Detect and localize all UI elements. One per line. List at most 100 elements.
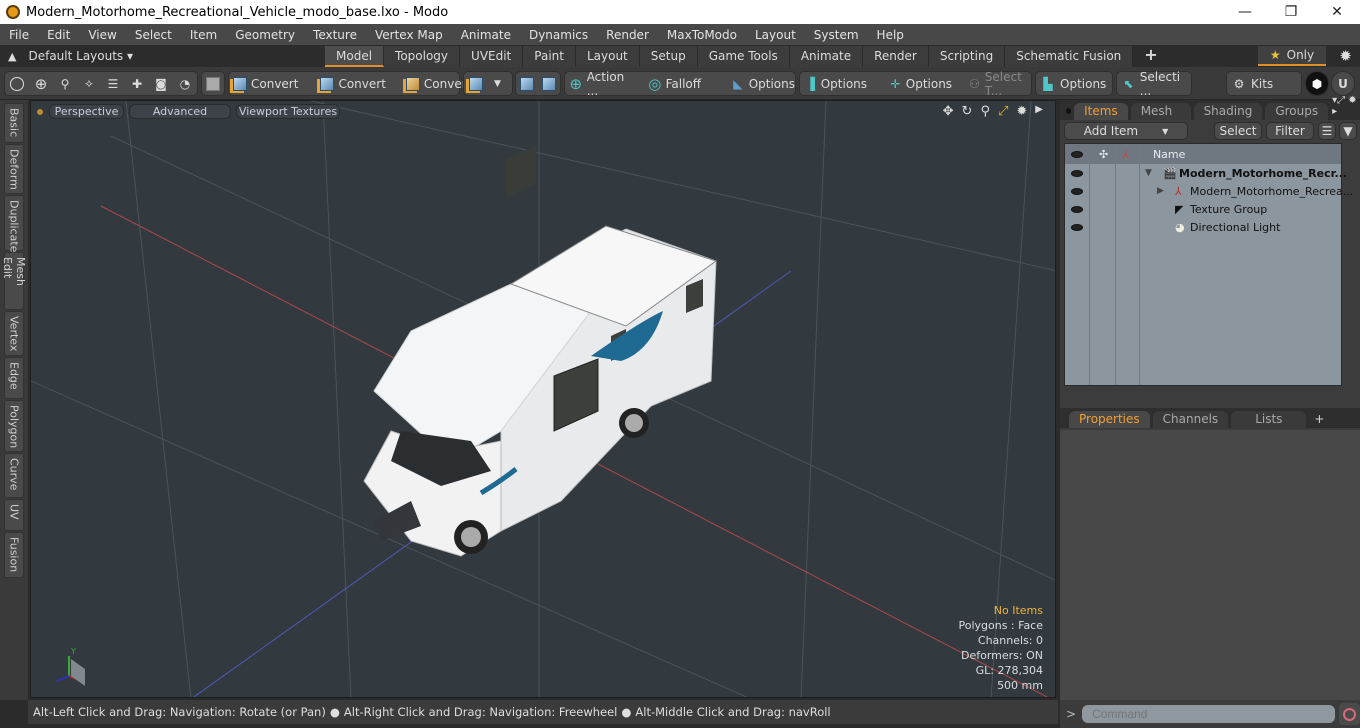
zoom-view-icon[interactable]: ⚲ [980, 104, 990, 119]
tab-topology[interactable]: Topology [384, 46, 461, 67]
rotate-view-icon[interactable]: ↻ [962, 104, 973, 119]
tab-items[interactable]: Items [1074, 103, 1128, 120]
selection-sets-button[interactable]: ⬉ Selecti ... [1116, 70, 1192, 98]
menu-vertex-map[interactable]: Vertex Map [366, 28, 452, 42]
tab-shading[interactable]: Shading [1193, 103, 1263, 120]
menu-layout[interactable]: Layout [746, 28, 805, 42]
vertex-mode-icon[interactable] [9, 76, 25, 92]
tab-deform[interactable]: Deform [4, 144, 24, 194]
menu-texture[interactable]: Texture [304, 28, 366, 42]
viewport-status-dot[interactable] [37, 109, 43, 115]
3d-viewport[interactable]: Y Perspective Advanced Viewport Textures… [30, 100, 1056, 698]
perspective-dropdown[interactable]: Perspective [49, 104, 124, 119]
menu-help[interactable]: Help [868, 28, 913, 42]
minimize-button[interactable]: — [1222, 0, 1268, 24]
maximize-view-icon[interactable]: ⤢ [998, 104, 1008, 119]
tab-layout[interactable]: Layout [575, 46, 640, 67]
tab-vertex[interactable]: Vertex [4, 311, 24, 356]
gear-icon[interactable]: ✹ [1339, 47, 1352, 65]
menu-geometry[interactable]: Geometry [226, 28, 304, 42]
visibility-eye-icon[interactable] [1071, 223, 1083, 231]
plus-shape-icon[interactable]: ✚ [129, 76, 145, 92]
collapse-up-icon[interactable]: ▲ [8, 50, 16, 63]
close-button[interactable]: ✕ [1314, 0, 1360, 24]
tab-render[interactable]: Render [863, 46, 929, 67]
select-button[interactable]: Select [1214, 122, 1262, 140]
options-grid-button[interactable]: ▙ Options [1035, 71, 1113, 96]
menu-maxtomodo[interactable]: MaxToModo [658, 28, 746, 42]
symmetry-icon[interactable] [542, 76, 556, 92]
list-options-icon[interactable]: ☰ [1318, 122, 1336, 140]
tab-paint[interactable]: Paint [523, 46, 576, 67]
tab-groups[interactable]: Groups [1265, 103, 1329, 120]
tab-game-tools[interactable]: Game Tools [697, 46, 790, 67]
tab-properties[interactable]: Properties [1069, 411, 1150, 428]
tab-edge[interactable]: Edge [4, 357, 24, 399]
default-layouts-dropdown[interactable]: Default Layouts ▾ [28, 49, 133, 63]
convert-dropdown[interactable]: ▼ [463, 71, 513, 96]
item-mode-button[interactable] [201, 71, 225, 96]
menu-select[interactable]: Select [126, 28, 181, 42]
only-toggle[interactable]: ★ Only [1258, 46, 1326, 66]
maximize-button[interactable]: ❐ [1268, 0, 1314, 24]
menu-file[interactable]: File [0, 28, 38, 42]
menu-edit[interactable]: Edit [38, 28, 79, 42]
tab-basic[interactable]: Basic [4, 103, 24, 143]
funnel-filter-icon[interactable]: ▼ [1339, 122, 1357, 140]
tab-uv[interactable]: UV [4, 499, 24, 531]
tab-curve[interactable]: Curve [4, 453, 24, 498]
tab-uvedit[interactable]: UVEdit [460, 46, 524, 67]
pen-icon[interactable]: ⚲ [57, 76, 73, 92]
item-row-light[interactable]: ◕ Directional Light [1065, 218, 1341, 236]
add-tab-button[interactable]: + [1133, 46, 1170, 67]
tab-fusion[interactable]: Fusion [4, 532, 24, 578]
material-mode-icon[interactable]: ◔ [177, 76, 193, 92]
item-row-mesh[interactable]: ▶ ⅄ Modern_Motorhome_Recrea... [1065, 182, 1353, 200]
menu-system[interactable]: System [805, 28, 868, 42]
add-item-button[interactable]: Add Item ▼ [1064, 122, 1188, 140]
tab-mesh-edit[interactable]: Mesh Edit [1, 252, 27, 310]
record-macro-button[interactable] [1338, 703, 1360, 725]
tab-duplicate[interactable]: Duplicate [4, 195, 24, 252]
convert-button-2[interactable]: Convert [338, 77, 385, 91]
item-row-scene[interactable]: ▼ 🎬 Modern_Motorhome_Recr... [1065, 164, 1347, 182]
globe-icon[interactable]: ⊕ [33, 75, 49, 93]
move-view-icon[interactable]: ✥ [943, 104, 954, 119]
tab-channels[interactable]: Channels [1152, 411, 1229, 428]
menu-item[interactable]: Item [181, 28, 226, 42]
add-tab-button[interactable]: + [1314, 412, 1324, 426]
menu-view[interactable]: View [79, 28, 125, 42]
tab-lists[interactable]: Lists [1231, 411, 1307, 428]
filter-button[interactable]: Filter [1266, 122, 1314, 140]
visibility-eye-icon[interactable] [1071, 169, 1083, 177]
options-button-2[interactable]: Options [821, 77, 867, 91]
visibility-eye-icon[interactable] [1071, 187, 1083, 195]
tab-scripting[interactable]: Scripting [928, 46, 1006, 67]
face-mode-icon[interactable]: ◙ [153, 76, 169, 92]
curve-tool-icon[interactable]: ⟡ [81, 76, 97, 92]
kits-button[interactable]: ⚙ Kits [1226, 71, 1302, 96]
command-input[interactable] [1082, 705, 1335, 723]
expand-arrow-icon[interactable]: ▶ [1035, 104, 1043, 119]
tab-mesh[interactable]: Mesh ... [1130, 103, 1191, 135]
advanced-dropdown[interactable]: Advanced [129, 104, 231, 119]
tab-animate[interactable]: Animate [789, 46, 864, 67]
menu-dynamics[interactable]: Dynamics [520, 28, 597, 42]
unity-button[interactable]: ⬢ [1305, 71, 1329, 96]
convert-button-1[interactable]: Convert [251, 77, 298, 91]
falloff-button[interactable]: Falloff [666, 77, 701, 91]
align-icon[interactable]: ☰ [105, 76, 121, 92]
visibility-eye-icon[interactable] [1071, 205, 1083, 213]
menu-render[interactable]: Render [597, 28, 658, 42]
viewport-gear-icon[interactable]: ✹ [1016, 104, 1027, 119]
unreal-button[interactable]: U [1331, 71, 1355, 96]
options-button-1[interactable]: Options [749, 77, 795, 91]
expand-triangle-icon[interactable]: ▶ [1157, 186, 1164, 196]
select-t-button[interactable]: Select T... [985, 70, 1031, 98]
tab-polygon[interactable]: Polygon [4, 400, 24, 452]
name-column-header[interactable]: Name [1153, 148, 1185, 161]
tab-model[interactable]: Model [325, 46, 385, 67]
viewport-textures-dropdown[interactable]: Viewport Textures [236, 104, 340, 119]
snap-icon[interactable] [520, 76, 534, 92]
menu-animate[interactable]: Animate [452, 28, 520, 42]
